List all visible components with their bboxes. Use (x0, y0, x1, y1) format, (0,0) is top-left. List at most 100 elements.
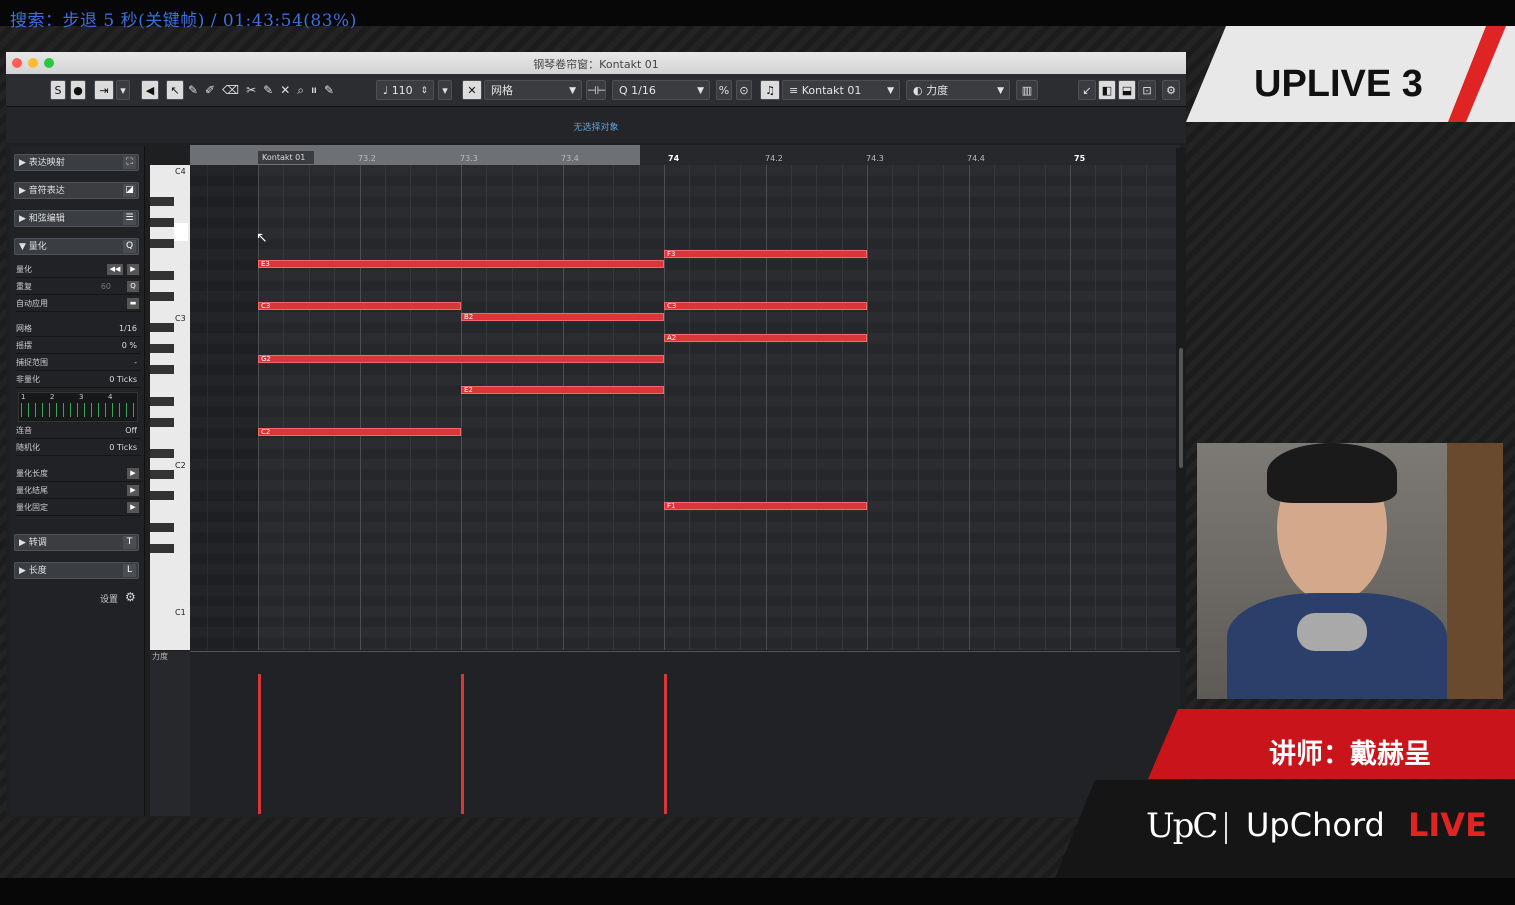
pointer-tool-icon[interactable]: ↖ (166, 80, 184, 100)
seek-status-text: 搜索：步退 5 秒(关键帧) / 01:43:54(83%) (10, 11, 357, 31)
midi-note[interactable]: C3 (258, 302, 461, 310)
midi-note[interactable]: E2 (461, 386, 664, 394)
section-expression-map[interactable]: ▶ 表达映射 ⛶ (14, 154, 139, 171)
black-key[interactable] (150, 218, 174, 227)
grid-line (867, 165, 868, 650)
left-zone-icon[interactable]: ◧ (1098, 80, 1116, 100)
settings-label[interactable]: 设置 (100, 592, 118, 605)
section-quantize[interactable]: ▼ 量化 Q (14, 238, 139, 255)
velocity-bar[interactable] (664, 674, 667, 814)
black-key[interactable] (150, 522, 174, 532)
quantize-end-row[interactable]: 量化结尾 ▶ (16, 484, 141, 499)
black-key[interactable] (150, 449, 174, 458)
grid-line (436, 165, 437, 650)
upchord-logo-icon: UpC (1146, 806, 1218, 846)
midi-note[interactable]: E3 (258, 260, 664, 268)
speaker-icon[interactable]: ◀ (141, 80, 159, 100)
octave-label: C3 (175, 314, 186, 323)
grid-line (943, 165, 944, 650)
grid-line (816, 165, 817, 650)
record-icon[interactable]: ● (70, 80, 86, 100)
black-key[interactable] (150, 417, 174, 427)
piano-icon[interactable]: ♫ (760, 80, 780, 100)
grid-line (537, 165, 538, 650)
snap-toggle-icon[interactable]: ✕ (462, 80, 482, 100)
snap-mode-select[interactable]: 网格 ▼ (484, 80, 582, 100)
midi-note[interactable]: B2 (461, 312, 664, 321)
black-key[interactable] (150, 344, 174, 353)
midi-note[interactable]: C3 (664, 302, 867, 310)
black-key[interactable] (150, 197, 174, 206)
scrollbar-thumb[interactable] (1179, 348, 1183, 468)
velocity-bar[interactable] (461, 674, 464, 814)
grid-row[interactable]: 网格 1/16 (16, 322, 141, 337)
gear-icon[interactable]: ⚙ (125, 590, 136, 604)
instrument-select[interactable]: ≡ Kontakt 01 ▼ (782, 80, 900, 100)
velocity-bar[interactable] (258, 674, 261, 814)
section-length[interactable]: ▶ 长度 L (14, 562, 139, 579)
black-key[interactable] (150, 543, 174, 553)
randomize-row[interactable]: 随机化 0 Ticks (16, 441, 141, 456)
snap-arrows-icon[interactable]: ⊣⊢ (586, 80, 606, 100)
bottom-zone-icon[interactable]: ⬓ (1118, 80, 1136, 100)
beat-number: 1 (21, 393, 26, 401)
ruler-tick: 74.4 (967, 154, 985, 163)
repeat-row[interactable]: 重复 60 Q (16, 280, 141, 295)
auto-scroll-icon[interactable]: ⇥ (94, 80, 114, 100)
inspector-panel: ▶ 表达映射 ⛶ ▶ 音符表达 ◪ ▶ 和弦编辑 ☰ ▼ 量化 Q 量化 ◀◀ ▶ 重复 60… (10, 146, 145, 816)
black-key[interactable] (150, 365, 174, 374)
edit-tools-icon[interactable]: ✎✐⌫✂✎✕⌕⏸✎ (188, 80, 368, 100)
section-chord-editing[interactable]: ▶ 和弦编辑 ☰ (14, 210, 139, 227)
grid-line (1121, 165, 1122, 650)
section-transpose[interactable]: ▶ 转调 T (14, 534, 139, 551)
chevron-down-icon[interactable]: ▾ (438, 80, 452, 100)
midi-note[interactable]: C2 (258, 428, 461, 436)
piano-keyboard[interactable] (150, 165, 190, 650)
midi-note[interactable]: A2 (664, 333, 867, 342)
toolbar: S ● ⇥ ▾ ◀ ↖ ✎✐⌫✂✎✕⌕⏸✎ ♩ 110 ⇕ ▾ ✕ 网格 ▼ ⊣⊢ … (6, 74, 1186, 107)
keyboard-icon[interactable]: ▥ (1016, 80, 1038, 100)
grid-line (1019, 165, 1020, 650)
quantize-fixed-row[interactable]: 量化固定 ▶ (16, 501, 141, 516)
auto-apply-row[interactable]: 自动应用 ▬ (16, 297, 141, 312)
loop-icon[interactable]: ⊙ (736, 80, 752, 100)
percent-icon[interactable]: % (716, 80, 732, 100)
lane-parameter-select[interactable]: ◐ 力度 ▼ (906, 80, 1010, 100)
window-titlebar: 钢琴卷帘窗：Kontakt 01 (6, 52, 1186, 74)
collapse-icon[interactable]: ↙ (1078, 80, 1096, 100)
black-key[interactable] (150, 491, 174, 500)
grid-line (842, 165, 843, 650)
black-key[interactable] (150, 291, 174, 301)
midi-note[interactable]: G2 (258, 354, 664, 363)
gear-icon[interactable]: ⚙ (1162, 80, 1180, 100)
window-layout-icon[interactable]: ⊡ (1138, 80, 1156, 100)
brand-live: LIVE (1408, 806, 1487, 844)
quantize-select[interactable]: Q 1/16 ▼ (612, 80, 710, 100)
black-key[interactable] (150, 470, 174, 479)
velocity-label: 力度 (152, 652, 168, 661)
black-key[interactable] (150, 239, 174, 248)
swing-row[interactable]: 摇摆 0 % (16, 339, 141, 354)
vertical-scrollbar[interactable] (1176, 148, 1186, 648)
grid-pre-part-area (190, 165, 258, 650)
section-note-expression[interactable]: ▶ 音符表达 ◪ (14, 182, 139, 199)
tuplet-row[interactable]: 连音 Off (16, 424, 141, 439)
mouse-cursor-icon: ↖ (256, 230, 268, 246)
midi-note[interactable]: F1 (664, 501, 867, 510)
non-quantize-row[interactable]: 非量化 0 Ticks (16, 373, 141, 388)
velocity-lane[interactable] (190, 651, 1180, 817)
quantize-grid-display[interactable]: 1 2 3 4 (18, 392, 138, 422)
capture-range-row[interactable]: 捕捉范围 - (16, 356, 141, 371)
black-key[interactable] (150, 270, 174, 280)
black-key[interactable] (150, 396, 174, 406)
grid-line (740, 165, 741, 650)
quantize-length-row[interactable]: 量化长度 ▶ (16, 467, 141, 482)
chevron-down-icon[interactable]: ▾ (116, 80, 130, 100)
midi-note[interactable]: F3 (664, 249, 867, 258)
black-key[interactable] (150, 323, 174, 332)
tempo-field[interactable]: ♩ 110 ⇕ (376, 80, 434, 100)
note-grid[interactable] (190, 165, 1180, 650)
solo-icon[interactable]: S (50, 80, 66, 100)
quantize-row[interactable]: 量化 ◀◀ ▶ (16, 263, 141, 278)
grid-line (283, 165, 284, 650)
